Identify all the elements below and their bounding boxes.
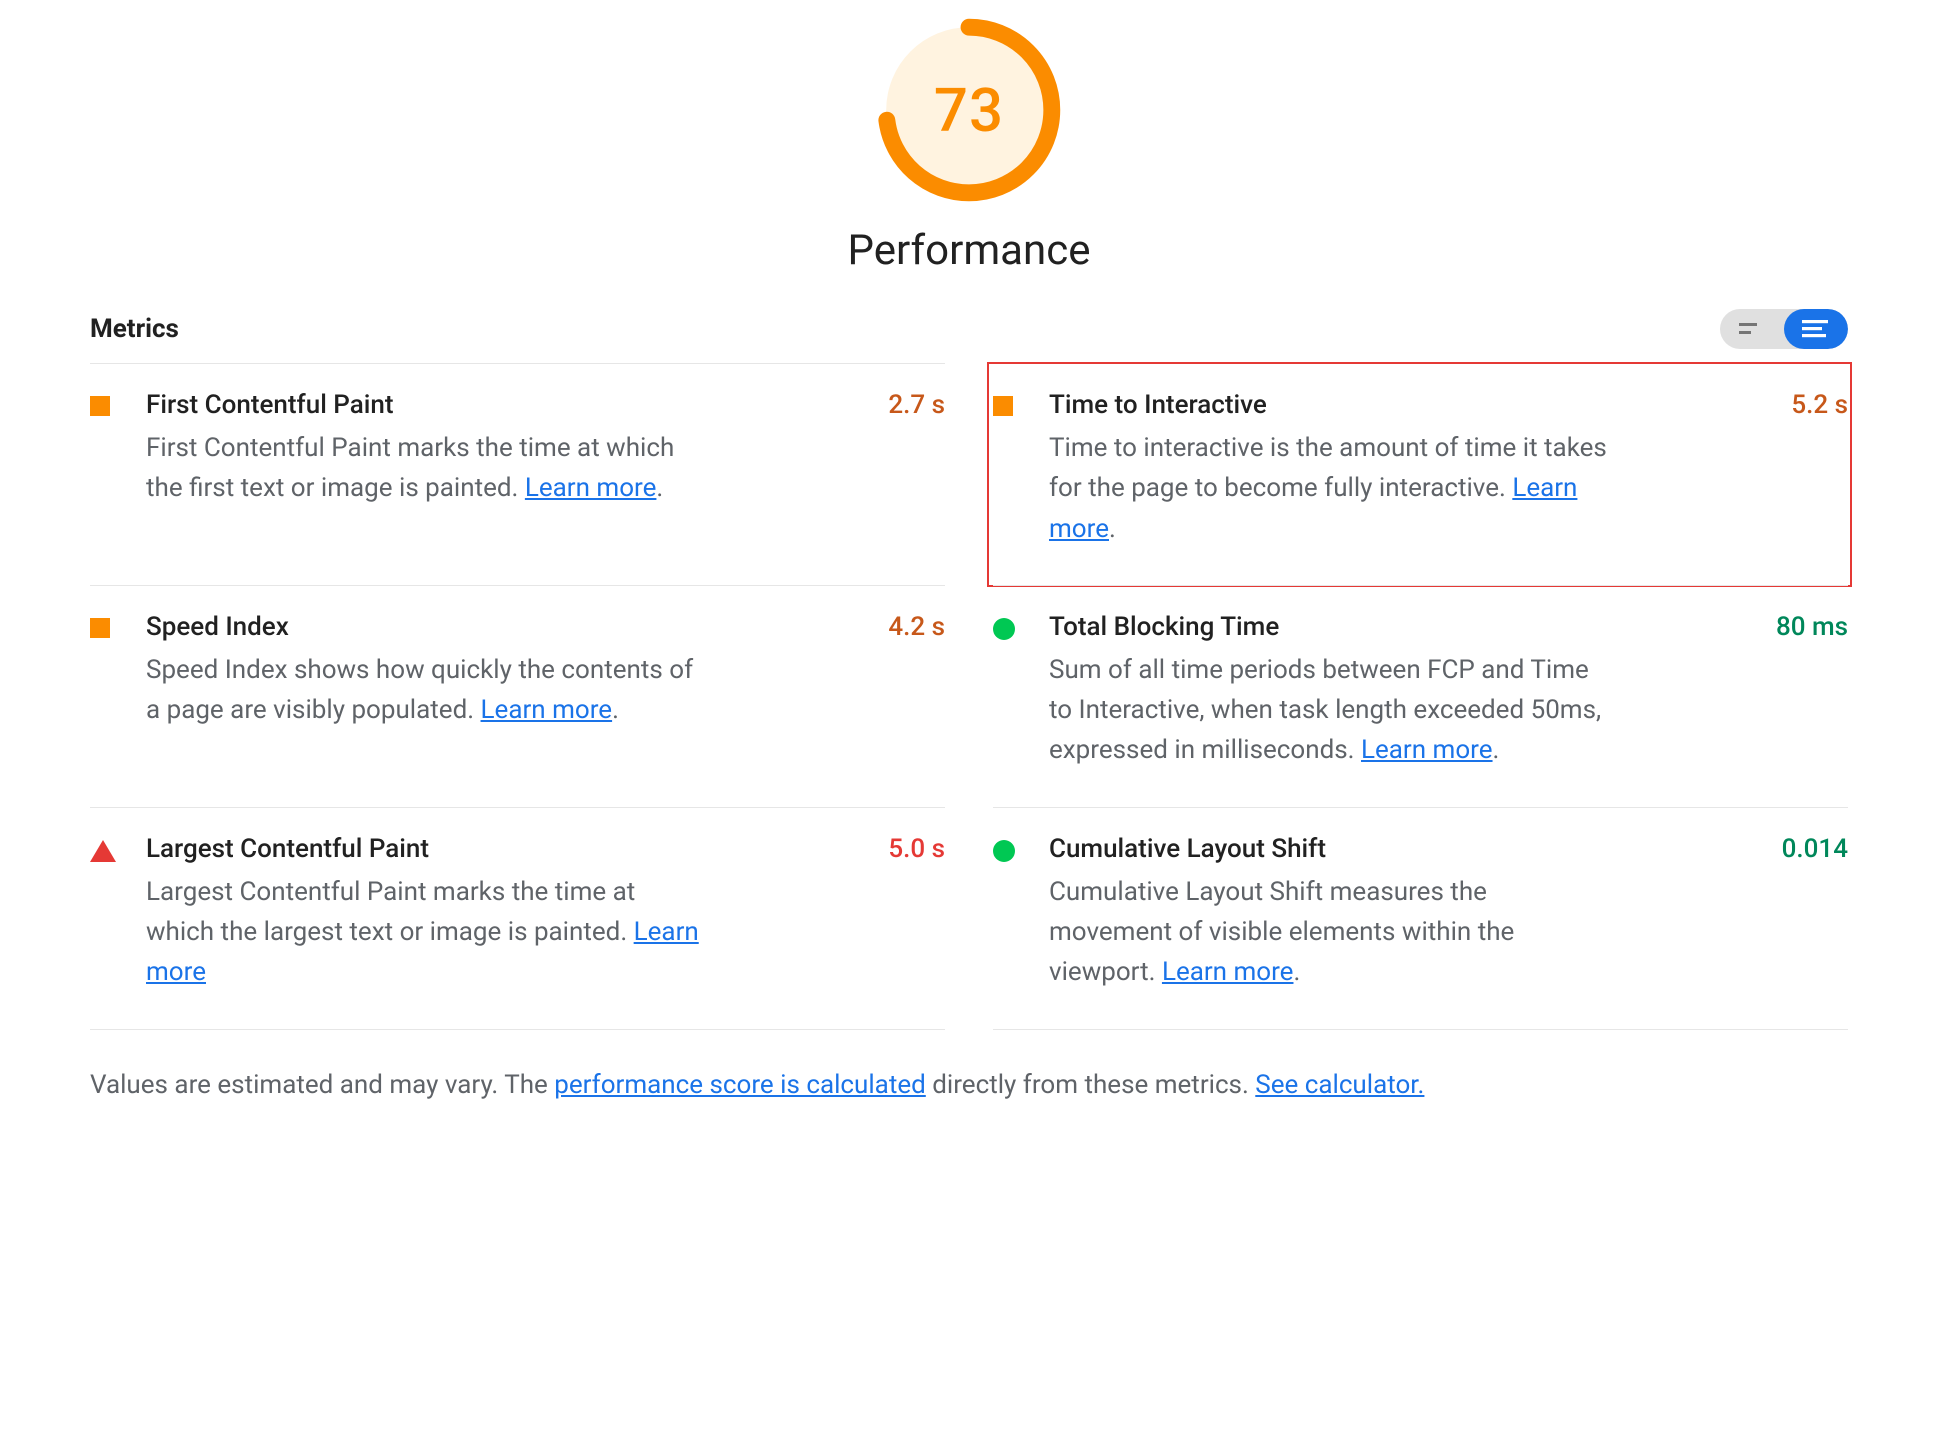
status-good-icon <box>993 840 1015 862</box>
metric-value: 80 ms <box>1766 612 1848 771</box>
metric-description: Time to interactive is the amount of tim… <box>1049 428 1609 549</box>
metric-title: Largest Contentful Paint <box>146 834 872 864</box>
view-compact-icon <box>1739 320 1765 338</box>
metric-tbt: Total Blocking Time Sum of all time peri… <box>993 585 1848 807</box>
metrics-heading: Metrics <box>90 314 179 344</box>
metric-description: Sum of all time periods between FCP and … <box>1049 650 1609 771</box>
performance-gauge: 73 Performance <box>90 18 1848 275</box>
metric-tti: Time to Interactive Time to interactive … <box>993 363 1848 585</box>
metrics-grid: First Contentful Paint First Contentful … <box>90 363 1848 1030</box>
metric-value: 4.2 s <box>878 612 945 771</box>
metric-description: First Contentful Paint marks the time at… <box>146 428 706 509</box>
status-average-icon <box>993 396 1013 416</box>
metric-title: Speed Index <box>146 612 872 642</box>
footnote: Values are estimated and may vary. The p… <box>90 1070 1848 1100</box>
view-toggle[interactable] <box>1720 309 1848 349</box>
view-expanded-button[interactable] <box>1784 309 1848 349</box>
metric-si: Speed Index Speed Index shows how quickl… <box>90 585 945 807</box>
learn-more-link[interactable]: Learn more <box>1162 957 1294 987</box>
metric-title: First Contentful Paint <box>146 390 872 420</box>
metric-title: Cumulative Layout Shift <box>1049 834 1766 864</box>
metric-description: Cumulative Layout Shift measures the mov… <box>1049 872 1609 993</box>
metric-value: 5.2 s <box>1781 390 1848 549</box>
learn-more-link[interactable]: Learn more <box>1361 735 1493 765</box>
metric-value: 2.7 s <box>878 390 945 549</box>
metric-cls: Cumulative Layout Shift Cumulative Layou… <box>993 807 1848 1030</box>
gauge-score: 73 <box>877 18 1061 202</box>
view-compact-button[interactable] <box>1720 309 1784 349</box>
score-calc-link[interactable]: performance score is calculated <box>554 1070 926 1100</box>
learn-more-link[interactable]: Learn more <box>525 473 657 503</box>
status-poor-icon <box>90 840 116 862</box>
metric-title: Total Blocking Time <box>1049 612 1760 642</box>
metric-value: 0.014 <box>1772 834 1848 993</box>
gauge-label: Performance <box>848 226 1091 275</box>
metrics-header: Metrics <box>90 293 1848 363</box>
status-average-icon <box>90 618 110 638</box>
metric-title: Time to Interactive <box>1049 390 1775 420</box>
learn-more-link[interactable]: Learn more <box>481 695 613 725</box>
metric-description: Largest Contentful Paint marks the time … <box>146 872 706 993</box>
view-expanded-icon <box>1802 319 1830 339</box>
metric-value: 5.0 s <box>878 834 945 993</box>
status-good-icon <box>993 618 1015 640</box>
status-average-icon <box>90 396 110 416</box>
metric-fcp: First Contentful Paint First Contentful … <box>90 363 945 585</box>
metric-description: Speed Index shows how quickly the conten… <box>146 650 706 731</box>
gauge-dial: 73 <box>877 18 1061 202</box>
see-calculator-link[interactable]: See calculator. <box>1255 1070 1424 1100</box>
metric-lcp: Largest Contentful Paint Largest Content… <box>90 807 945 1030</box>
